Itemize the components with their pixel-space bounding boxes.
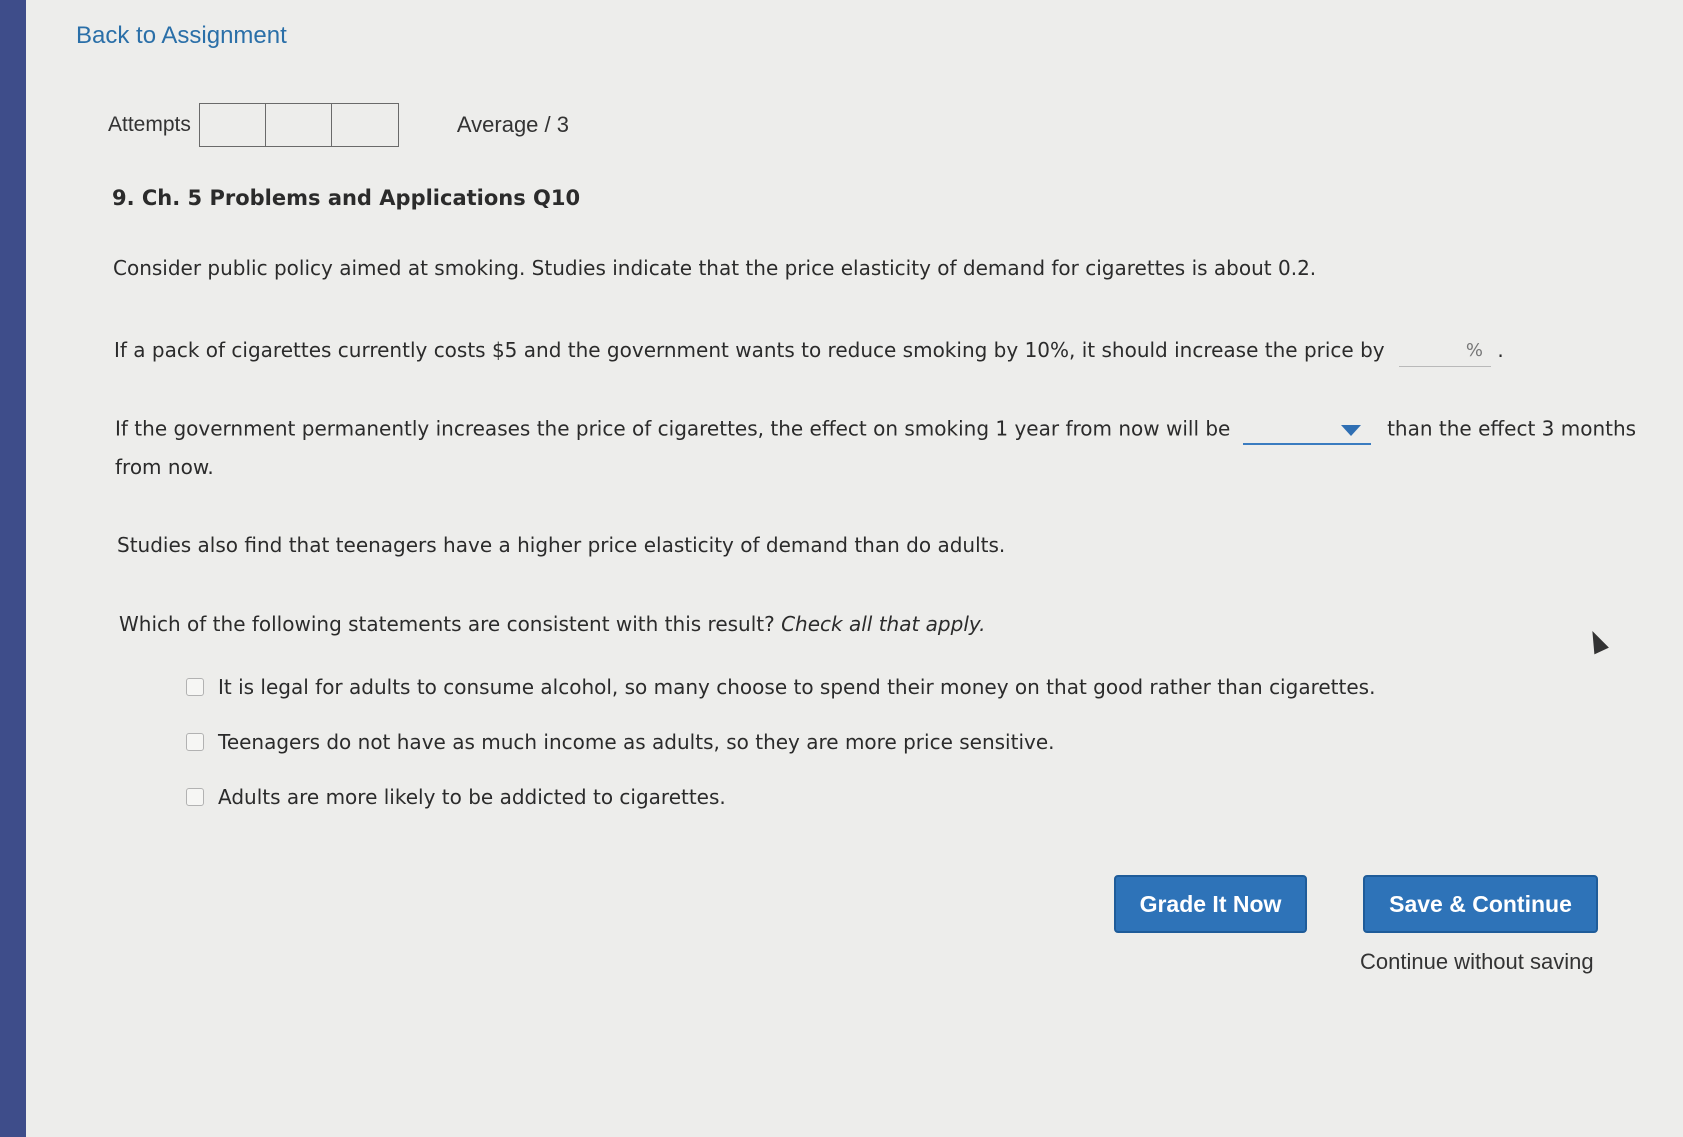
choice-label: Adults are more likely to be addicted to…: [218, 785, 726, 809]
check-all-prompt: Which of the following statements are co…: [119, 612, 986, 636]
checkbox[interactable]: [186, 788, 204, 806]
teen-elasticity-statement: Studies also find that teenagers have a …: [117, 533, 1006, 557]
attempt-boxes: [198, 103, 399, 147]
average-score: Average / 3: [456, 112, 569, 137]
attempts-row: Attempts Average / 3: [108, 103, 569, 147]
choice-item[interactable]: It is legal for adults to consume alcoho…: [186, 672, 1375, 702]
attempts-label: Attempts: [108, 113, 191, 136]
choice-label: It is legal for adults to consume alcoho…: [218, 675, 1376, 699]
checkbox[interactable]: [186, 733, 204, 751]
time-effect-text-line2: from now.: [115, 455, 214, 479]
attempt-box: [200, 104, 266, 146]
choice-item[interactable]: Adults are more likely to be addicted to…: [186, 782, 1375, 812]
answer-choices: It is legal for adults to consume alcoho…: [186, 672, 1375, 837]
continue-without-saving-link[interactable]: Continue without saving: [1360, 949, 1594, 975]
period: .: [1497, 338, 1504, 362]
assignment-page: Back to Assignment Attempts Average / 3 …: [26, 0, 1683, 1137]
percent-unit: %: [1465, 340, 1483, 361]
back-to-assignment-link[interactable]: Back to Assignment: [76, 22, 287, 50]
question-part-time-effect: If the government permanently increases …: [115, 415, 1636, 445]
checkbox[interactable]: [186, 678, 204, 696]
prompt-instruction: Check all that apply.: [781, 612, 986, 636]
choice-label: Teenagers do not have as much income as …: [218, 730, 1055, 754]
chevron-down-icon: [1340, 425, 1361, 436]
left-sidebar-strip: [0, 0, 26, 1137]
save-and-continue-button[interactable]: Save & Continue: [1363, 875, 1598, 933]
price-increase-input[interactable]: %: [1398, 336, 1491, 367]
choice-item[interactable]: Teenagers do not have as much income as …: [186, 727, 1375, 757]
attempt-box: [266, 104, 332, 146]
prompt-text: Which of the following statements are co…: [119, 612, 775, 636]
time-effect-text-after: than the effect 3 months: [1387, 416, 1637, 441]
mouse-cursor-icon: [1585, 627, 1609, 655]
grade-it-now-button[interactable]: Grade It Now: [1114, 875, 1307, 933]
question-part-price-increase: If a pack of cigarettes currently costs …: [114, 336, 1504, 367]
attempt-box: [332, 104, 398, 146]
question-title: 9. Ch. 5 Problems and Applications Q10: [112, 186, 581, 210]
price-increase-text: If a pack of cigarettes currently costs …: [114, 338, 1385, 362]
time-effect-text: If the government permanently increases …: [115, 416, 1231, 441]
effect-comparison-dropdown[interactable]: [1242, 415, 1371, 445]
question-intro: Consider public policy aimed at smoking.…: [113, 256, 1317, 280]
